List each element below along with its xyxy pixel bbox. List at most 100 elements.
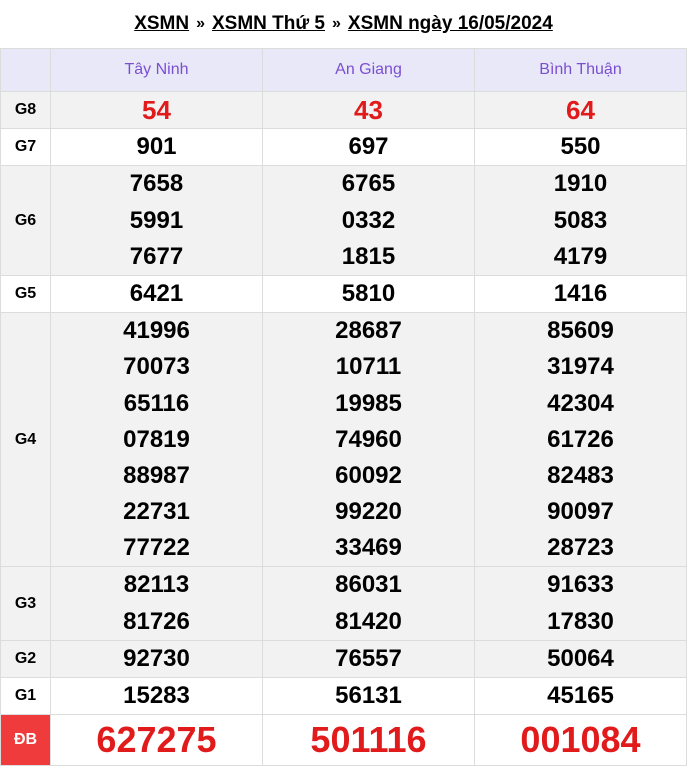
prize-number: 5810: [341, 279, 396, 307]
prize-number: 501116: [310, 719, 427, 761]
prize-number: 82113: [123, 571, 190, 599]
prize-number: 1910: [553, 170, 608, 198]
prize-number: 17830: [547, 607, 614, 635]
prize-number: 6421: [129, 279, 184, 307]
breadcrumb: XSMN » XSMN Thứ 5 » XSMN ngày 16/05/2024: [0, 0, 687, 48]
prize-number: 7677: [129, 242, 184, 270]
prize-cell: 28687 10711 19985 74960 60092 99220 33469: [262, 312, 475, 568]
prize-label: G2: [0, 639, 51, 679]
prize-label: G6: [0, 165, 51, 276]
prize-number: 91633: [547, 571, 614, 599]
prize-cell: 82113 81726: [50, 566, 263, 641]
prize-row: G3 82113 81726 86031 81420 91633 17830: [0, 566, 687, 641]
prize-cell: 5810: [262, 274, 475, 314]
prize-cell: 1910 5083 4179: [474, 165, 687, 276]
prize-number: 28723: [547, 534, 614, 562]
prize-row: G5 6421 5810 1416: [0, 274, 687, 314]
prize-row: G6 7658 5991 7677 6765 0332 1815 1910 5083 4179: [0, 165, 687, 276]
prize-cell: 92730: [50, 639, 263, 679]
prize-row: G4 41996 70073 65116 07819 88987 22731 77722 286…: [0, 312, 687, 568]
prize-row: G1 15283 56131 45165: [0, 676, 687, 716]
breadcrumb-separator: »: [332, 15, 341, 32]
prize-number: 7658: [129, 170, 184, 198]
prize-label: G5: [0, 274, 51, 314]
prize-number: 28687: [335, 317, 402, 345]
prize-number: 5991: [129, 206, 184, 234]
prize-number: 81726: [123, 607, 190, 635]
prize-number: 41996: [123, 317, 190, 345]
prize-number: 10711: [335, 353, 402, 381]
prize-number: 61726: [547, 425, 614, 453]
prize-cell: 76557: [262, 639, 475, 679]
prize-row: ĐB 627275 501116 001084: [0, 714, 687, 767]
prize-number: 43: [354, 95, 383, 125]
prize-number: 56131: [335, 682, 402, 709]
prize-number: 42304: [547, 389, 614, 417]
prize-number: 001084: [520, 719, 641, 761]
prize-row: G2 92730 76557 50064: [0, 639, 687, 679]
prize-label: G8: [0, 90, 51, 130]
prize-cell: 41996 70073 65116 07819 88987 22731 77722: [50, 312, 263, 568]
prize-number: 88987: [123, 461, 190, 489]
prize-number: 85609: [547, 317, 614, 345]
prize-cell: 550: [474, 128, 687, 167]
prize-number: 19985: [335, 389, 402, 417]
prize-number: 697: [348, 133, 389, 161]
prize-number: 22731: [123, 498, 190, 526]
prize-number: 31974: [547, 353, 614, 381]
prize-cell: 50064: [474, 639, 687, 679]
prize-cell: 15283: [50, 676, 263, 716]
breadcrumb-link-thu-5[interactable]: XSMN Thứ 5: [212, 13, 325, 35]
prize-number: 550: [560, 133, 601, 161]
prize-cell: 1416: [474, 274, 687, 314]
prize-cell: 56131: [262, 676, 475, 716]
prize-number: 64: [566, 95, 595, 125]
prize-number: 0332: [341, 206, 396, 234]
prize-cell: 501116: [262, 714, 475, 767]
prize-cell: 43: [262, 90, 475, 130]
prize-number: 6765: [341, 170, 396, 198]
prize-number: 07819: [123, 425, 190, 453]
prize-number: 50064: [547, 644, 614, 672]
breadcrumb-link-xsmn[interactable]: XSMN: [134, 13, 189, 35]
prize-cell: 45165: [474, 676, 687, 716]
prize-row: G8 54 43 64: [0, 90, 687, 130]
breadcrumb-link-date[interactable]: XSMN ngày 16/05/2024: [348, 13, 553, 35]
province-header-an-giang[interactable]: An Giang: [262, 48, 475, 92]
prize-row: G7 901 697 550: [0, 128, 687, 167]
prize-label: ĐB: [0, 714, 51, 767]
prize-number: 90097: [547, 498, 614, 526]
prize-cell: 85609 31974 42304 61726 82483 90097 28723: [474, 312, 687, 568]
prize-cell: 6765 0332 1815: [262, 165, 475, 276]
prize-label: G4: [0, 312, 51, 568]
prize-number: 1815: [341, 242, 396, 270]
prize-number: 4179: [553, 242, 608, 270]
prize-number: 54: [142, 95, 171, 125]
province-header-tay-ninh[interactable]: Tây Ninh: [50, 48, 263, 92]
prize-number: 15283: [123, 682, 190, 709]
prize-cell: 64: [474, 90, 687, 130]
prize-number: 74960: [335, 425, 402, 453]
prize-number: 65116: [123, 389, 190, 417]
prize-number: 627275: [96, 719, 217, 761]
prize-cell: 001084: [474, 714, 687, 767]
prize-number: 99220: [335, 498, 402, 526]
prize-cell: 627275: [50, 714, 263, 767]
prize-number: 92730: [123, 644, 190, 672]
prize-cell: 901: [50, 128, 263, 167]
prize-label: G7: [0, 128, 51, 167]
results-table: Tây Ninh An Giang Bình Thuận G8 54 43 64 G7 9…: [0, 48, 687, 767]
prize-label: G1: [0, 676, 51, 716]
prize-cell: 6421: [50, 274, 263, 314]
prize-cell: 91633 17830: [474, 566, 687, 641]
prize-number: 45165: [547, 682, 614, 709]
prize-number: 70073: [123, 353, 190, 381]
prize-number: 5083: [553, 206, 608, 234]
prize-number: 81420: [335, 607, 402, 635]
prize-cell: 7658 5991 7677: [50, 165, 263, 276]
prize-number: 82483: [547, 461, 614, 489]
prize-cell: 54: [50, 90, 263, 130]
province-header-binh-thuan[interactable]: Bình Thuận: [474, 48, 687, 92]
prize-number: 77722: [123, 534, 190, 562]
province-header-row: Tây Ninh An Giang Bình Thuận: [0, 48, 687, 92]
